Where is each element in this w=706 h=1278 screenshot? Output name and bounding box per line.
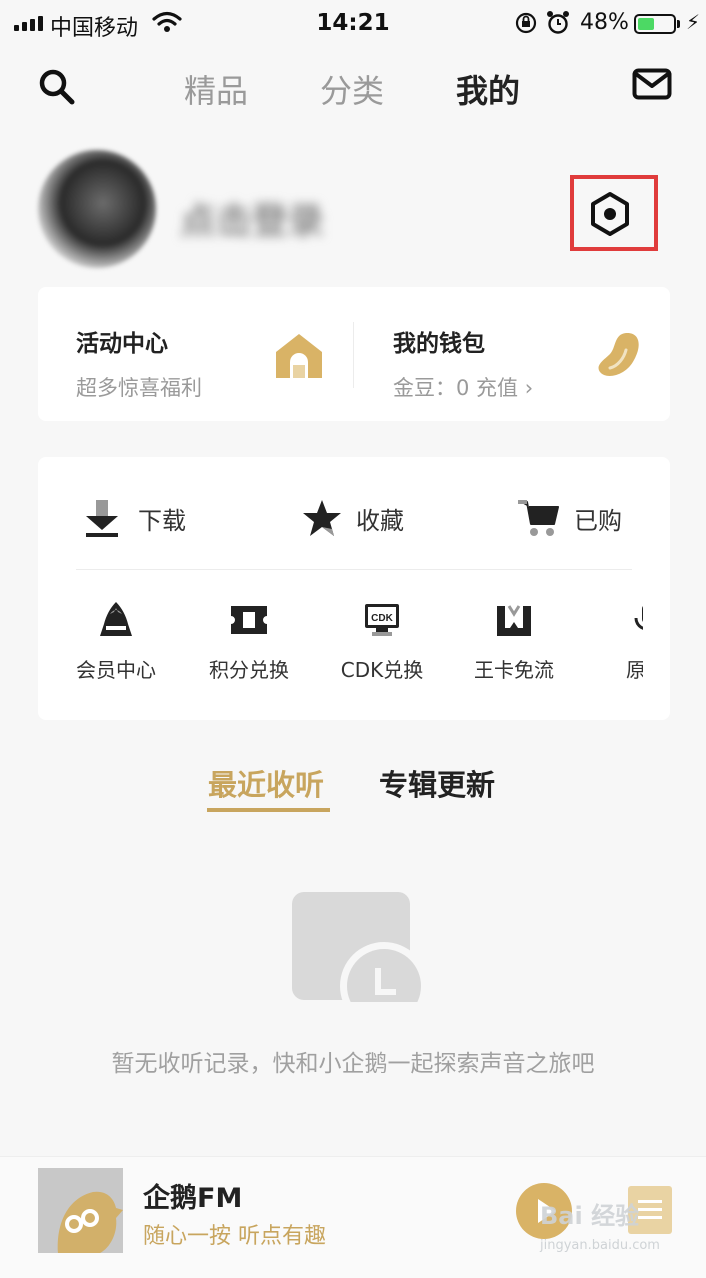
battery-icon xyxy=(634,14,676,34)
grid-label-points: 积分兑换 xyxy=(209,658,289,682)
battery-tip xyxy=(677,20,680,28)
search-icon[interactable] xyxy=(38,68,76,106)
ticket-icon xyxy=(231,606,267,634)
tab-mine[interactable]: 我的 xyxy=(456,66,520,112)
crown-icon xyxy=(100,602,132,636)
cdk-badge-text: CDK xyxy=(371,613,393,624)
download-button[interactable]: 下载 xyxy=(84,498,186,538)
empty-state-text: 暂无收听记录，快和小企鹅一起探索声音之旅吧 xyxy=(111,1051,595,1077)
wallet-subtitle: 金豆：0 充值 › xyxy=(393,376,534,400)
empty-history-icon xyxy=(292,892,422,1002)
battery-percent: 48% xyxy=(580,10,629,35)
tab-categories[interactable]: 分类 xyxy=(320,66,384,112)
alarm-icon xyxy=(547,11,569,34)
login-link[interactable]: 点击登录 xyxy=(180,192,324,244)
watermark-url: jingyan.baidu.com xyxy=(540,1238,660,1253)
activity-subtitle: 超多惊喜福利 xyxy=(76,376,202,400)
purchased-label: 已购 xyxy=(574,506,622,535)
watermark: Bai 经验 xyxy=(540,1202,640,1230)
tab-album-updates[interactable]: 专辑更新 xyxy=(379,762,495,804)
grid-label-original: 原创 xyxy=(626,658,643,682)
grid-item-points[interactable]: 积分兑换 xyxy=(184,600,314,683)
tab-active-indicator xyxy=(207,808,330,812)
wallet-title: 我的钱包 xyxy=(393,331,485,357)
bean-icon xyxy=(598,332,639,376)
house-icon xyxy=(276,334,322,378)
services-grid: 会员中心 积分兑换 CDK CDK兑换 王卡免流 原创 xyxy=(38,600,643,700)
star-icon xyxy=(303,500,341,536)
grid-item-cdk[interactable]: CDK CDK兑换 xyxy=(317,600,447,683)
my-wallet[interactable]: 我的钱包 金豆：0 充值 › xyxy=(393,324,533,402)
album-cover[interactable] xyxy=(38,1168,123,1253)
card-divider xyxy=(353,322,354,388)
download-label: 下载 xyxy=(138,506,186,535)
purchased-button[interactable]: 已购 xyxy=(518,498,622,538)
activity-title: 活动中心 xyxy=(76,331,168,357)
favorites-label: 收藏 xyxy=(356,506,404,535)
grid-item-king-card[interactable]: 王卡免流 xyxy=(449,600,579,683)
player-title: 企鹅FM xyxy=(143,1183,243,1214)
penguin-logo xyxy=(38,1168,123,1253)
settings-icon[interactable] xyxy=(589,191,631,237)
grid-item-original[interactable]: 原创 xyxy=(581,600,643,683)
mail-icon[interactable] xyxy=(632,68,672,100)
download-icon xyxy=(86,500,118,537)
services-divider xyxy=(76,569,632,570)
grid-item-vip[interactable]: 会员中心 xyxy=(51,600,181,683)
activity-center[interactable]: 活动中心 超多惊喜福利 xyxy=(76,324,202,402)
tab-featured[interactable]: 精品 xyxy=(184,66,248,112)
avatar[interactable] xyxy=(38,150,156,268)
favorites-button[interactable]: 收藏 xyxy=(302,498,404,538)
cdk-icon: CDK xyxy=(365,604,399,636)
grid-label-king-card: 王卡免流 xyxy=(474,658,554,682)
rotation-lock-icon xyxy=(515,12,537,34)
king-card-icon xyxy=(497,605,531,636)
battery-fill xyxy=(638,18,655,30)
charging-icon: ⚡ xyxy=(686,10,701,34)
tab-recent-listening[interactable]: 最近收听 xyxy=(208,762,324,804)
status-bar: 中国移动 14:21 48% ⚡ xyxy=(0,0,706,48)
cart-icon xyxy=(518,500,559,536)
grid-label-cdk: CDK兑换 xyxy=(340,658,424,682)
player-subtitle: 随心一按 听点有趣 xyxy=(143,1224,326,1249)
grid-label-vip: 会员中心 xyxy=(76,658,156,682)
mic-icon xyxy=(634,606,643,630)
